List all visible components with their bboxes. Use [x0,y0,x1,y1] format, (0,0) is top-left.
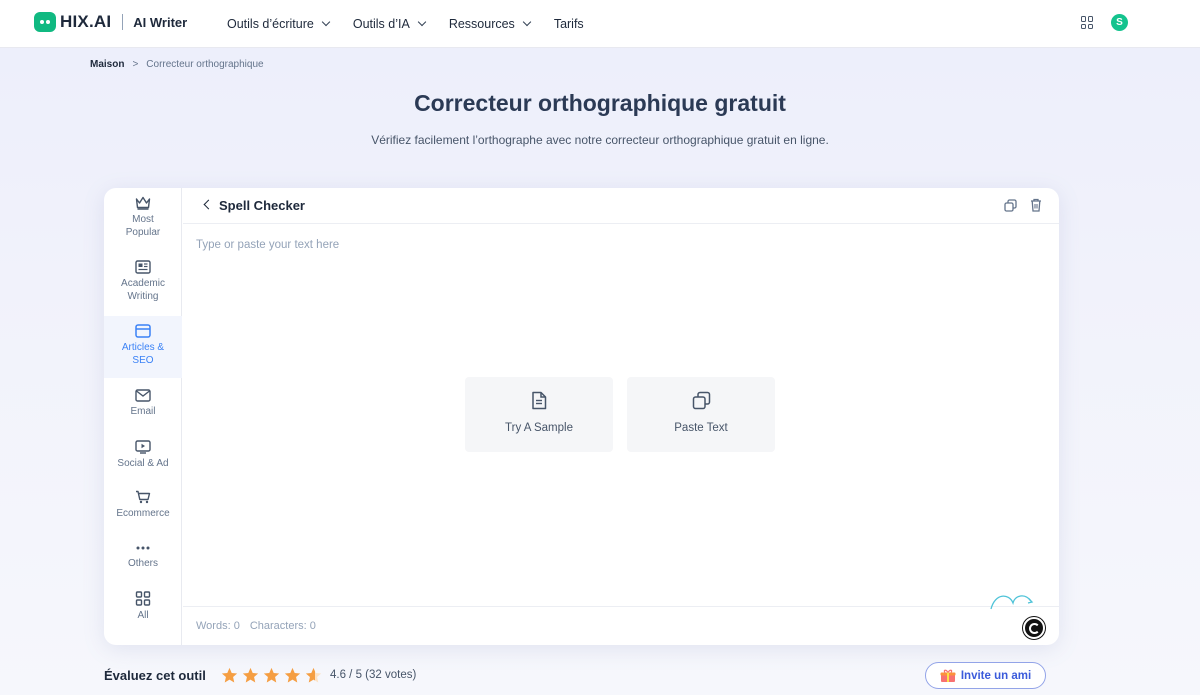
swirl-decoration-icon [990,595,1034,610]
character-count: Characters: 0 [249,620,316,632]
copy-icon[interactable] [1004,199,1017,212]
breadcrumb-current: Correcteur orthographique [146,59,264,70]
rating-stars[interactable] [221,667,326,684]
nav-label: Ressources [448,17,515,31]
crown-icon [135,196,151,210]
apps-grid-icon[interactable] [1081,16,1094,29]
category-sidebar: Most Popular Academic Writing Articles &… [104,188,182,645]
paste-text-label: Paste Text [674,422,728,434]
product-name: AI Writer [133,14,188,30]
sidebar-item-most-popular[interactable]: Most Popular [104,196,182,246]
user-avatar[interactable]: S [1111,14,1128,31]
sidebar-item-label: Articles & SEO [121,342,165,366]
monitor-play-icon [135,440,151,454]
sidebar-item-label: Most Popular [125,214,161,238]
tool-card: Most Popular Academic Writing Articles &… [104,188,1059,645]
main-nav: Outils d’écriture Outils d’IA Ressources… [227,0,608,48]
breadcrumb-home-link[interactable]: Maison [90,59,124,70]
word-count: Words: 0 [196,620,240,632]
back-chevron-icon[interactable] [203,199,214,210]
sidebar-item-others[interactable]: Others [104,542,182,578]
sidebar-item-social-ad[interactable]: Social & Ad [104,440,182,476]
newspaper-icon [135,260,151,274]
sidebar-item-label: All [137,610,149,621]
page-title: Correcteur orthographique gratuit [414,90,786,116]
editor-header: Spell Checker [183,188,1059,224]
sidebar-item-label: Academic Writing [121,278,165,302]
star-full-icon[interactable] [263,667,280,684]
rate-tool-label: Évaluez cet outil [104,668,206,683]
nav-ai-tools[interactable]: Outils d’IA [352,17,427,31]
editor-panel: Spell Checker Type or paste your text he… [183,188,1059,645]
chevron-down-icon [321,17,331,27]
browser-icon [135,324,151,338]
chevron-down-icon [417,17,427,27]
paste-text-button[interactable]: Paste Text [627,377,775,452]
tool-title: Spell Checker [219,198,305,213]
star-half-icon[interactable] [305,667,322,684]
nav-pricing[interactable]: Tarifs [554,17,584,31]
sidebar-item-all[interactable]: All [104,591,182,627]
sidebar-item-ecommerce[interactable]: Ecommerce [104,490,182,526]
try-sample-label: Try A Sample [505,422,573,434]
chevron-down-icon [522,17,532,27]
star-full-icon[interactable] [221,667,238,684]
mail-icon [135,389,151,402]
brand-name: HIX.AI [60,12,112,31]
hix-logo-icon [34,12,56,32]
invite-friend-button[interactable]: Invite un ami [925,662,1046,689]
invite-label: Invite un ami [960,669,1032,682]
sidebar-item-label: Email [130,406,156,417]
breadcrumb-separator: > [132,59,139,70]
brand-divider [122,14,124,30]
editor-footer: Words: 0 Characters: 0 [183,595,1059,645]
sidebar-item-label: Social & Ad [117,458,169,469]
text-stats: Words: 0 Characters: 0 [196,620,316,632]
paste-copy-icon [692,391,710,410]
star-full-icon[interactable] [284,667,301,684]
sidebar-item-label: Others [127,558,158,569]
top-navigation-bar: HIX.AI AI Writer Outils d’écriture Outil… [0,0,1200,48]
nav-writing-tools[interactable]: Outils d’écriture [227,17,331,31]
nav-label: Outils d’IA [352,17,410,31]
sidebar-item-email[interactable]: Email [104,389,182,425]
header-actions: S [1081,14,1128,31]
try-sample-button[interactable]: Try A Sample [465,377,613,452]
nav-label: Tarifs [553,17,584,31]
star-full-icon[interactable] [242,667,259,684]
breadcrumb: Maison > Correcteur orthographique [90,59,264,70]
page-subtitle: Vérifiez facilement l’orthographe avec n… [371,133,829,147]
document-icon [532,391,547,410]
trash-icon[interactable] [1030,198,1042,212]
text-input-area[interactable]: Type or paste your text here [196,239,339,251]
grid-icon [135,591,151,606]
grammarly-assistant-icon[interactable] [1023,617,1045,639]
nav-label: Outils d’écriture [227,17,314,31]
sidebar-item-label: Ecommerce [116,508,170,519]
nav-resources[interactable]: Ressources [448,17,532,31]
rating-value: 4.6 / 5 (32 votes) [330,669,417,681]
gift-icon [940,669,956,682]
cart-icon [136,490,151,504]
dots-icon [136,546,150,550]
brand-logo-link[interactable]: HIX.AI AI Writer [34,11,187,33]
sidebar-item-academic-writing[interactable]: Academic Writing [104,260,182,310]
sidebar-item-articles-seo[interactable]: Articles & SEO [104,316,182,378]
